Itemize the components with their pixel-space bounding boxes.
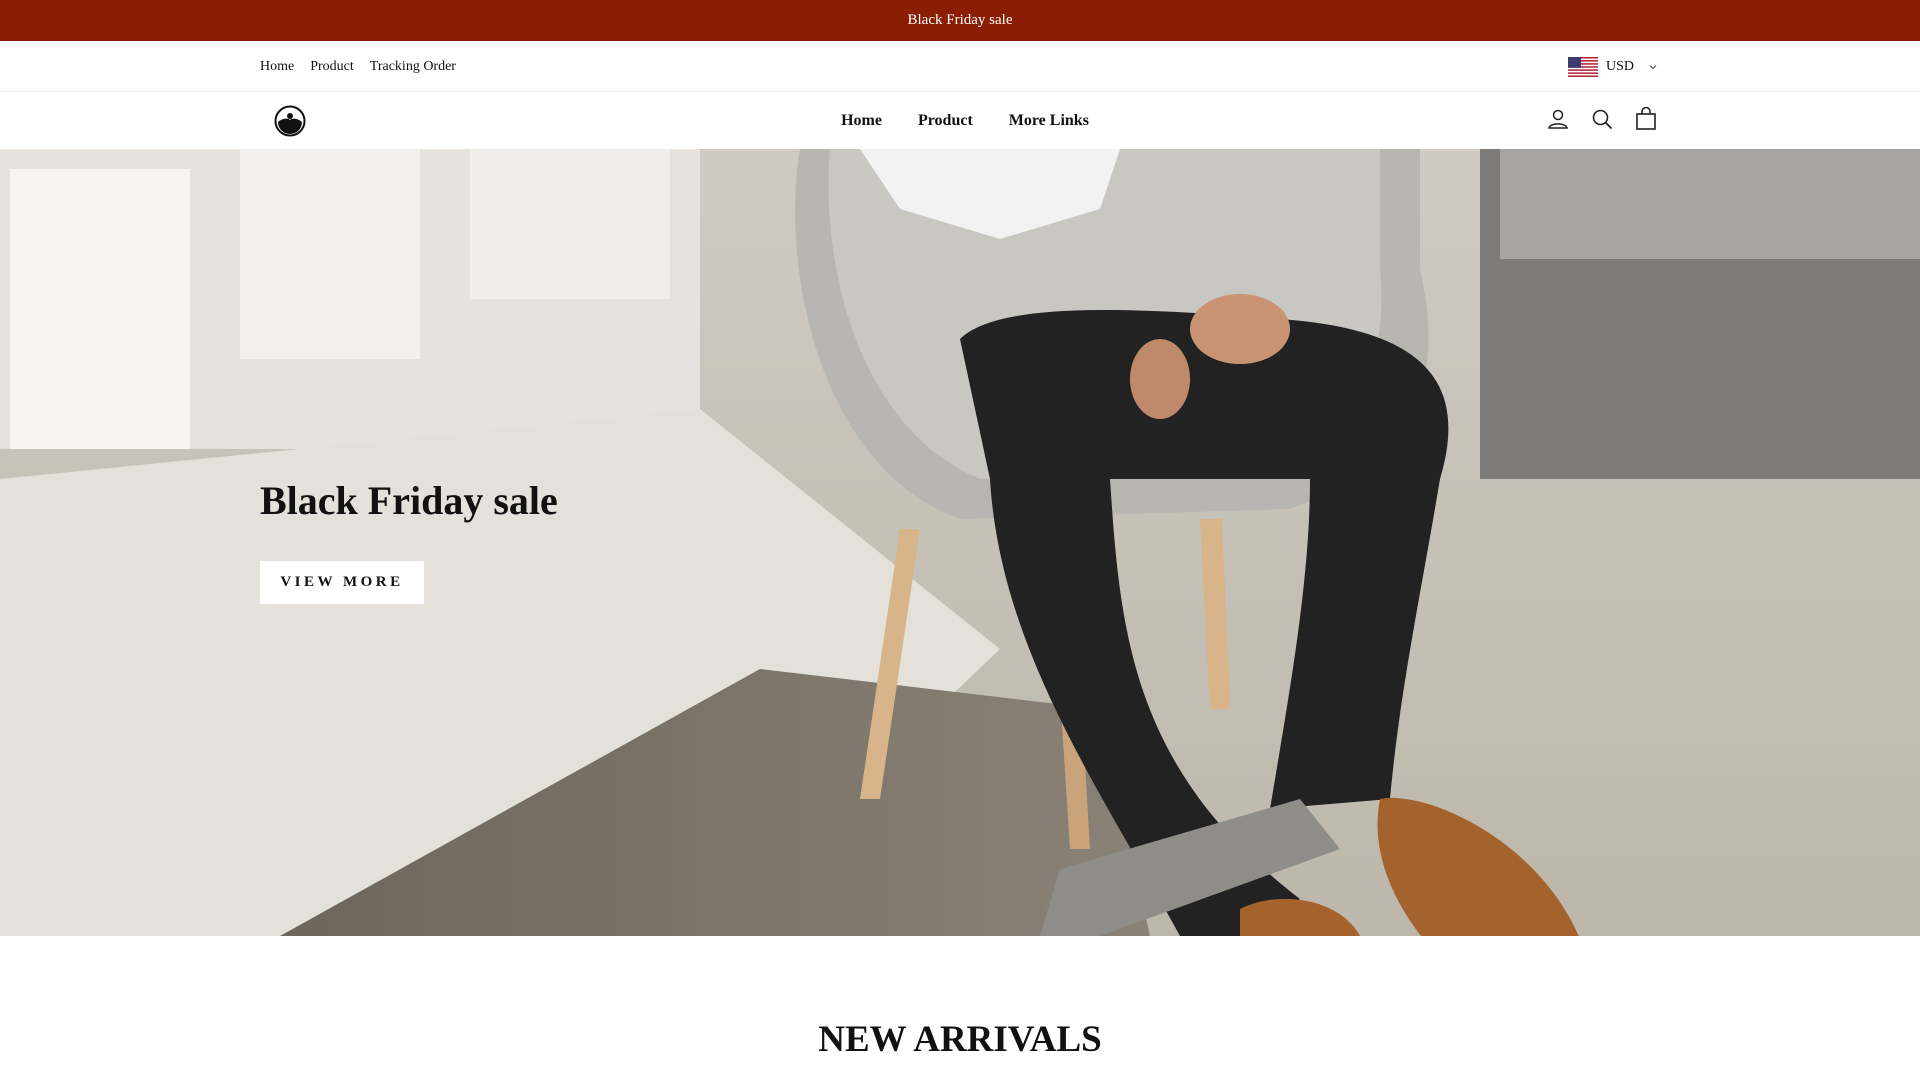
header-icons [1546,106,1658,132]
utility-nav: Home Product Tracking Order USD [0,41,1920,92]
chevron-down-icon [1649,64,1657,69]
hero-background-image [0,149,1920,936]
hero-title: Black Friday sale [260,478,558,523]
utility-link-tracking-order[interactable]: Tracking Order [370,59,456,75]
utility-link-home[interactable]: Home [260,59,294,75]
utility-links: Home Product Tracking Order [260,41,456,92]
nav-more-links[interactable]: More Links [1009,112,1089,130]
announcement-text: Black Friday sale [907,12,1013,28]
nav-home[interactable]: Home [841,112,882,130]
main-header: Home Product More Links [0,92,1920,149]
search-icon[interactable] [1590,106,1614,132]
currency-code: USD [1605,58,1634,74]
hero-banner: Black Friday sale VIEW MORE [0,149,1920,936]
announcement-bar: Black Friday sale [0,0,1920,41]
account-icon[interactable] [1546,106,1570,132]
utility-link-product[interactable]: Product [310,59,354,75]
nav-product[interactable]: Product [918,112,973,130]
view-more-button[interactable]: VIEW MORE [260,561,424,604]
cart-icon[interactable] [1634,106,1658,132]
currency-selector[interactable]: USD [1567,41,1658,92]
new-arrivals-title: NEW ARRIVALS [818,1019,1102,1060]
us-flag-icon [1567,56,1598,77]
